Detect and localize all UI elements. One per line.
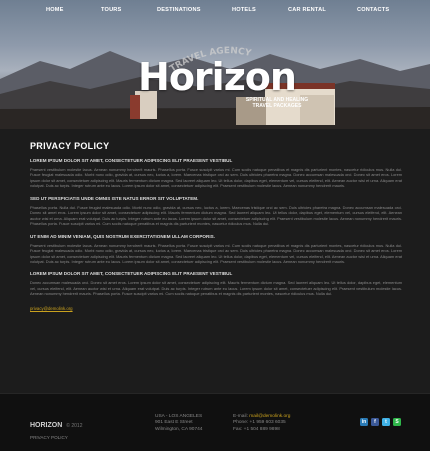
footer-email-link[interactable]: mail@demolink.org	[249, 414, 290, 419]
hero-banner: HOME TOURS DESTINATIONS HOTELS CAR RENTA…	[0, 0, 430, 129]
main-content: PRIVACY POLICY LOREM IPSUM DOLOR SIT AME…	[0, 129, 430, 393]
logo-subtitle-line2: TRAVEL PACKAGES	[252, 103, 302, 109]
section-text: Praesent vestibulum molestie lacus. Aene…	[30, 242, 402, 264]
footer-logo[interactable]: HORIZON	[30, 422, 62, 429]
footer-address: USA - LOS ANGELES 901 East E Street Wilm…	[155, 414, 202, 433]
facebook-icon[interactable]: f	[371, 418, 379, 426]
section-heading: UT ENIM AD MINIM VENIAM, QUIS NOSTRUM EX…	[30, 233, 215, 239]
footer-copyright: © 2012	[66, 423, 83, 429]
skype-icon[interactable]: S	[393, 418, 401, 426]
main-nav: HOME TOURS DESTINATIONS HOTELS CAR RENTA…	[0, 7, 430, 21]
nav-car-rental[interactable]: CAR RENTAL	[288, 7, 326, 13]
section-text: Phasellus porta. Nulla dui. Fusce feugia…	[30, 204, 402, 227]
logo-title: Horizon	[138, 55, 297, 99]
section-text: Donec accumsan malesuada orci. Donec sit…	[30, 280, 402, 297]
nav-hotels[interactable]: HOTELS	[232, 7, 256, 13]
logo[interactable]: TRAVEL AGENCY Horizon SPIRITUAL AND HEAL…	[132, 38, 308, 109]
footer-phone: Phone: +1 959 603 6035	[233, 420, 286, 426]
privacy-email-link[interactable]: privacy@demolink.org	[30, 306, 73, 311]
section-heading: LOREM IPSUM DOLOR SIT AMET, CONSECTETUER…	[30, 158, 233, 163]
nav-tours[interactable]: TOURS	[101, 7, 121, 13]
section-heading: SED UT PERSPICIATIS UNDE OMNIS ISTE NATU…	[30, 195, 199, 201]
footer-privacy-link[interactable]: PRIVACY POLICY	[30, 435, 82, 440]
address-line: Wilmington, CA 90744	[155, 426, 203, 432]
footer-contact: E-mail: mail@demolink.org Phone: +1 959 …	[233, 414, 290, 433]
footer-fax: Fax: +1 504 889 9898	[233, 426, 280, 432]
nav-destinations[interactable]: DESTINATIONS	[157, 7, 201, 13]
email-label: E-mail:	[233, 414, 248, 419]
page-title: PRIVACY POLICY	[30, 141, 110, 151]
twitter-icon[interactable]: t	[382, 418, 390, 426]
nav-home[interactable]: HOME	[46, 7, 64, 13]
footer-brand: HORIZON © 2012 PRIVACY POLICY	[30, 414, 82, 440]
section-heading: LOREM IPSUM DOLOR SIT AMET, CONSECTETUER…	[30, 271, 233, 277]
linkedin-icon[interactable]: in	[360, 418, 368, 426]
section-text: Praesent vestibulum molestie lacus. Aene…	[30, 167, 402, 189]
nav-contacts[interactable]: CONTACTS	[357, 7, 389, 13]
footer: HORIZON © 2012 PRIVACY POLICY USA - LOS A…	[0, 393, 430, 451]
logo-subtitle: SPIRITUAL AND HEALING TRAVEL PACKAGES	[232, 97, 322, 109]
